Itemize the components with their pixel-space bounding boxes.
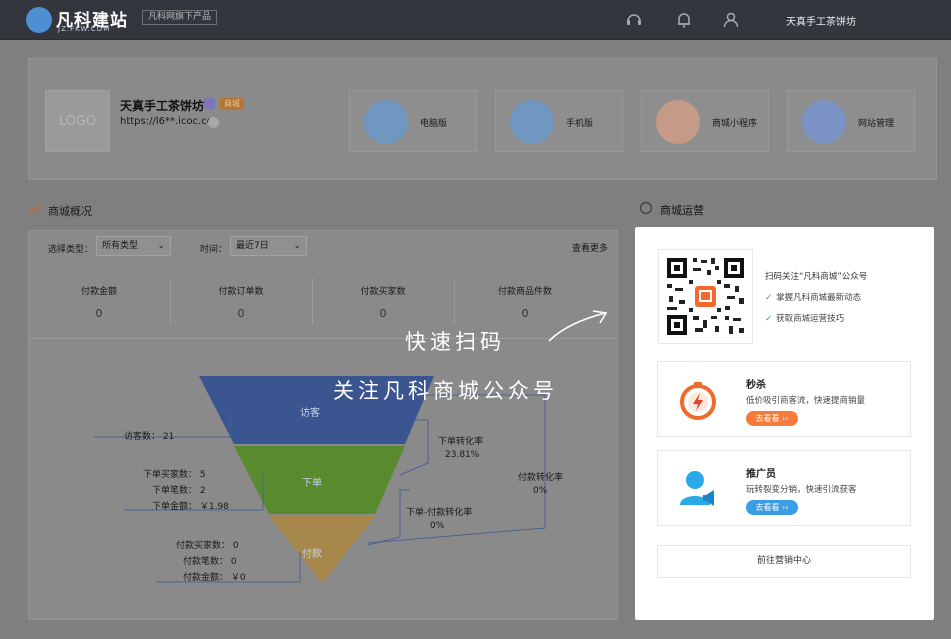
promo-view-button[interactable]: 去看看 ›› <box>746 411 798 426</box>
qr-heading: 扫码关注“凡科商城”公众号 <box>765 272 868 282</box>
order-conversion-value: 23.81% <box>445 450 480 460</box>
pay-conversion-value: 0% <box>533 486 548 496</box>
order-conversion-label: 下单转化率 <box>438 437 484 447</box>
check-item-text: 掌握凡科商城最新动态 <box>776 293 862 303</box>
promoter-icon <box>680 471 714 506</box>
promo-desc: 低价吸引商客流，快速提商销量 <box>746 396 866 406</box>
overlay-hint-line1: 快速扫码 <box>405 330 505 354</box>
promo-title: 秒杀 <box>746 380 766 391</box>
funnel-label-visitors: 访客 <box>300 408 320 419</box>
check-item: ✓ 掌握凡科商城最新动态 <box>765 291 861 303</box>
order-pay-conversion-label: 下单-付款转化率 <box>406 508 473 518</box>
promo-desc: 玩转裂变分销，快速引流获客 <box>746 485 857 495</box>
qr-code-icon <box>667 258 744 335</box>
promo-card-promoter[interactable]: 推广员 玩转裂变分销，快速引流获客 去看看 ›› <box>657 450 911 526</box>
check-item: ✓ 获取商城运营技巧 <box>765 312 844 324</box>
check-item-text: 获取商城运营技巧 <box>776 314 845 324</box>
check-icon: ✓ <box>765 314 773 324</box>
visitors-count: 访客数： 21 <box>124 432 175 442</box>
pay-count: 付款笔数： 0 <box>183 557 237 567</box>
promo-card-flash-sale[interactable]: 秒杀 低价吸引商客流，快速提商销量 去看看 ›› <box>657 361 911 437</box>
pay-conversion-label: 付款转化率 <box>518 473 564 483</box>
promo-view-button[interactable]: 去看看 ›› <box>746 500 798 515</box>
marketing-center-button[interactable]: 前往营销中心 <box>657 545 911 578</box>
check-icon: ✓ <box>765 293 773 303</box>
order-pay-conversion-value: 0% <box>430 521 445 531</box>
funnel-label-payments: 付款 <box>302 549 322 560</box>
qr-code <box>658 249 753 344</box>
pay-buyers: 付款买家数： 0 <box>176 541 239 551</box>
order-buyers: 下单买家数： 5 <box>143 470 206 480</box>
overlay-hint-line2: 关注凡科商城公众号 <box>333 379 558 403</box>
funnel-label-orders: 下单 <box>302 478 322 489</box>
stopwatch-icon <box>680 382 716 420</box>
arrow-icon <box>548 310 608 342</box>
order-amount: 下单金额： ￥1.98 <box>152 502 229 512</box>
funnel-stage-payments[interactable] <box>269 516 375 583</box>
pay-amount: 付款金额： ￥0 <box>183 573 246 583</box>
promo-title: 推广员 <box>746 469 776 480</box>
order-count: 下单笔数： 2 <box>152 486 206 496</box>
